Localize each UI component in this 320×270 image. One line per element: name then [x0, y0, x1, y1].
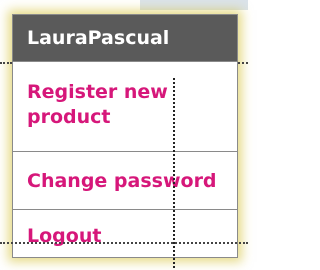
guide-line-vertical	[173, 78, 175, 268]
guide-line-left	[0, 62, 12, 64]
background-strip	[140, 0, 248, 10]
logout-link[interactable]: Logout	[13, 209, 237, 257]
register-new-product-link[interactable]: Register new product	[13, 61, 237, 151]
guide-line-right	[238, 62, 248, 64]
user-dropdown-menu: LauraPascual Register new product Change…	[12, 14, 238, 258]
guide-line-bottom	[0, 242, 248, 244]
change-password-link[interactable]: Change password	[13, 151, 237, 209]
menu-header-username: LauraPascual	[13, 15, 237, 61]
